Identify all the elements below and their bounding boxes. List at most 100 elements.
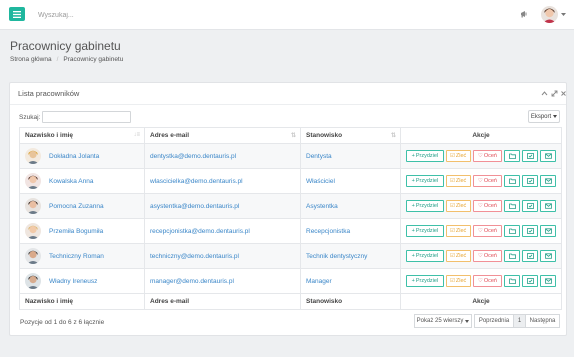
assign-button[interactable]: + Przydziel <box>406 225 444 237</box>
rate-button[interactable]: ♡ Oceń <box>472 225 503 237</box>
edit-button[interactable] <box>522 150 539 162</box>
next-page-button[interactable]: Następna <box>525 314 560 328</box>
close-icon[interactable] <box>560 90 567 97</box>
assign-button[interactable]: + Przydziel <box>406 200 444 212</box>
expand-icon[interactable] <box>551 90 558 97</box>
caret-down-icon <box>465 319 470 323</box>
sort-icon: ⇅ <box>290 133 296 139</box>
menu-toggle-button[interactable] <box>9 7 25 21</box>
position-link[interactable]: Technik dentystyczny <box>306 253 367 260</box>
position-link[interactable]: Asystentka <box>306 203 338 210</box>
email-button[interactable] <box>540 250 556 262</box>
email-button[interactable] <box>540 175 556 187</box>
edit-button[interactable] <box>522 175 539 187</box>
edit-button[interactable] <box>522 200 539 212</box>
search-input[interactable] <box>38 8 238 22</box>
order-button[interactable]: ☑ Zleć <box>445 250 471 262</box>
email-button[interactable] <box>540 150 556 162</box>
avatar <box>25 198 41 214</box>
folder-button[interactable] <box>504 150 521 162</box>
position-link[interactable]: Manager <box>306 278 332 285</box>
sort-alpha-icon: ↓≡ <box>133 132 140 138</box>
prev-page-button[interactable]: Poprzednia <box>474 314 514 328</box>
export-label: Eksport <box>530 113 552 120</box>
position-link[interactable]: Właściciel <box>306 178 335 185</box>
folder-button[interactable] <box>504 200 521 212</box>
folder-icon <box>508 228 516 234</box>
envelope-icon <box>544 178 552 184</box>
column-header-label: Adres e-mail <box>150 132 190 139</box>
page-size-select[interactable]: Pokaż 25 wierszy <box>414 314 472 328</box>
checkbox-icon: ☑ <box>449 228 455 234</box>
edit-button[interactable] <box>522 250 539 262</box>
assign-button[interactable]: + Przydziel <box>406 275 444 287</box>
collapse-icon[interactable] <box>541 90 548 97</box>
megaphone-icon[interactable] <box>520 10 529 18</box>
actions-cell: + Przydziel ☑ Zleć ♡ Oceń <box>400 193 562 219</box>
avatar <box>25 148 41 164</box>
order-button[interactable]: ☑ Zleć <box>445 200 471 212</box>
order-button[interactable]: ☑ Zleć <box>445 275 471 287</box>
email-cell: recepcjonistka@demo.dentauris.pl <box>144 218 301 244</box>
email-button[interactable] <box>540 275 556 287</box>
edit-button[interactable] <box>522 225 539 237</box>
envelope-icon <box>544 253 552 259</box>
rate-button[interactable]: ♡ Oceń <box>472 275 503 287</box>
employee-name-link[interactable]: Kowalska Anna <box>49 178 93 185</box>
order-button[interactable]: ☑ Zleć <box>445 150 471 162</box>
employee-name-link[interactable]: Władny Ireneusz <box>49 278 97 285</box>
folder-button[interactable] <box>504 275 521 287</box>
avatar <box>25 248 41 264</box>
email-link[interactable]: techniczny@demo.dentauris.pl <box>150 253 239 260</box>
name-cell: Pomocna Zuzanna <box>19 193 145 219</box>
order-button[interactable]: ☑ Zleć <box>445 225 471 237</box>
assign-button[interactable]: + Przydziel <box>406 175 444 187</box>
actions-cell: + Przydziel ☑ Zleć ♡ Oceń <box>400 243 562 269</box>
edit-button[interactable] <box>522 275 539 287</box>
email-link[interactable]: wlascicielka@demo.dentauris.pl <box>150 178 243 185</box>
breadcrumb-home-link[interactable]: Strona główna <box>10 56 52 63</box>
employee-name-link[interactable]: Pomocna Zuzanna <box>49 203 104 210</box>
employee-name-link[interactable]: Techniczny Roman <box>49 253 104 260</box>
column-header-name[interactable]: Nazwisko i imię ↓≡ <box>19 127 145 144</box>
export-button[interactable]: Eksport <box>528 110 560 123</box>
assign-button[interactable]: + Przydziel <box>406 250 444 262</box>
chevron-down-icon[interactable] <box>561 13 566 16</box>
folder-button[interactable] <box>504 250 521 262</box>
position-cell: Manager <box>300 268 401 294</box>
thumbs-down-icon: ♡ <box>477 153 483 159</box>
email-button[interactable] <box>540 225 556 237</box>
column-header-actions: Akcje <box>400 127 562 144</box>
column-header-position[interactable]: Stanowisko ⇅ <box>300 127 401 144</box>
rate-button[interactable]: ♡ Oceń <box>472 200 503 212</box>
order-button[interactable]: ☑ Zleć <box>445 175 471 187</box>
column-header-label: Akcje <box>472 132 490 139</box>
email-button[interactable] <box>540 200 556 212</box>
email-link[interactable]: manager@demo.dentauris.pl <box>150 278 234 285</box>
rate-button[interactable]: ♡ Oceń <box>472 250 503 262</box>
filter-input[interactable] <box>42 111 131 123</box>
employee-name-link[interactable]: Dokładna Jolanta <box>49 153 99 160</box>
folder-button[interactable] <box>504 175 521 187</box>
panel-title: Lista pracowników <box>18 89 80 98</box>
position-cell: Recepcjonistka <box>300 218 401 244</box>
position-link[interactable]: Recepcjonistka <box>306 228 350 235</box>
position-link[interactable]: Dentysta <box>306 153 332 160</box>
envelope-icon <box>544 203 552 209</box>
email-link[interactable]: dentystka@demo.dentauris.pl <box>150 153 236 160</box>
column-header-email[interactable]: Adres e-mail ⇅ <box>144 127 301 144</box>
rate-button[interactable]: ♡ Oceń <box>472 150 503 162</box>
avatar <box>25 273 41 289</box>
email-link[interactable]: asystentka@demo.dentauris.pl <box>150 203 239 210</box>
order-label: Zleć <box>455 178 467 184</box>
position-cell: Dentysta <box>300 143 401 169</box>
plus-icon: + <box>411 203 415 209</box>
folder-button[interactable] <box>504 225 521 237</box>
email-link[interactable]: recepcjonistka@demo.dentauris.pl <box>150 228 250 235</box>
user-avatar[interactable] <box>541 6 558 23</box>
employee-name-link[interactable]: Przemiła Bogumiła <box>49 228 103 235</box>
assign-button[interactable]: + Przydziel <box>406 150 444 162</box>
envelope-icon <box>544 228 552 234</box>
rate-button[interactable]: ♡ Oceń <box>472 175 503 187</box>
rate-label: Oceń <box>483 228 497 234</box>
